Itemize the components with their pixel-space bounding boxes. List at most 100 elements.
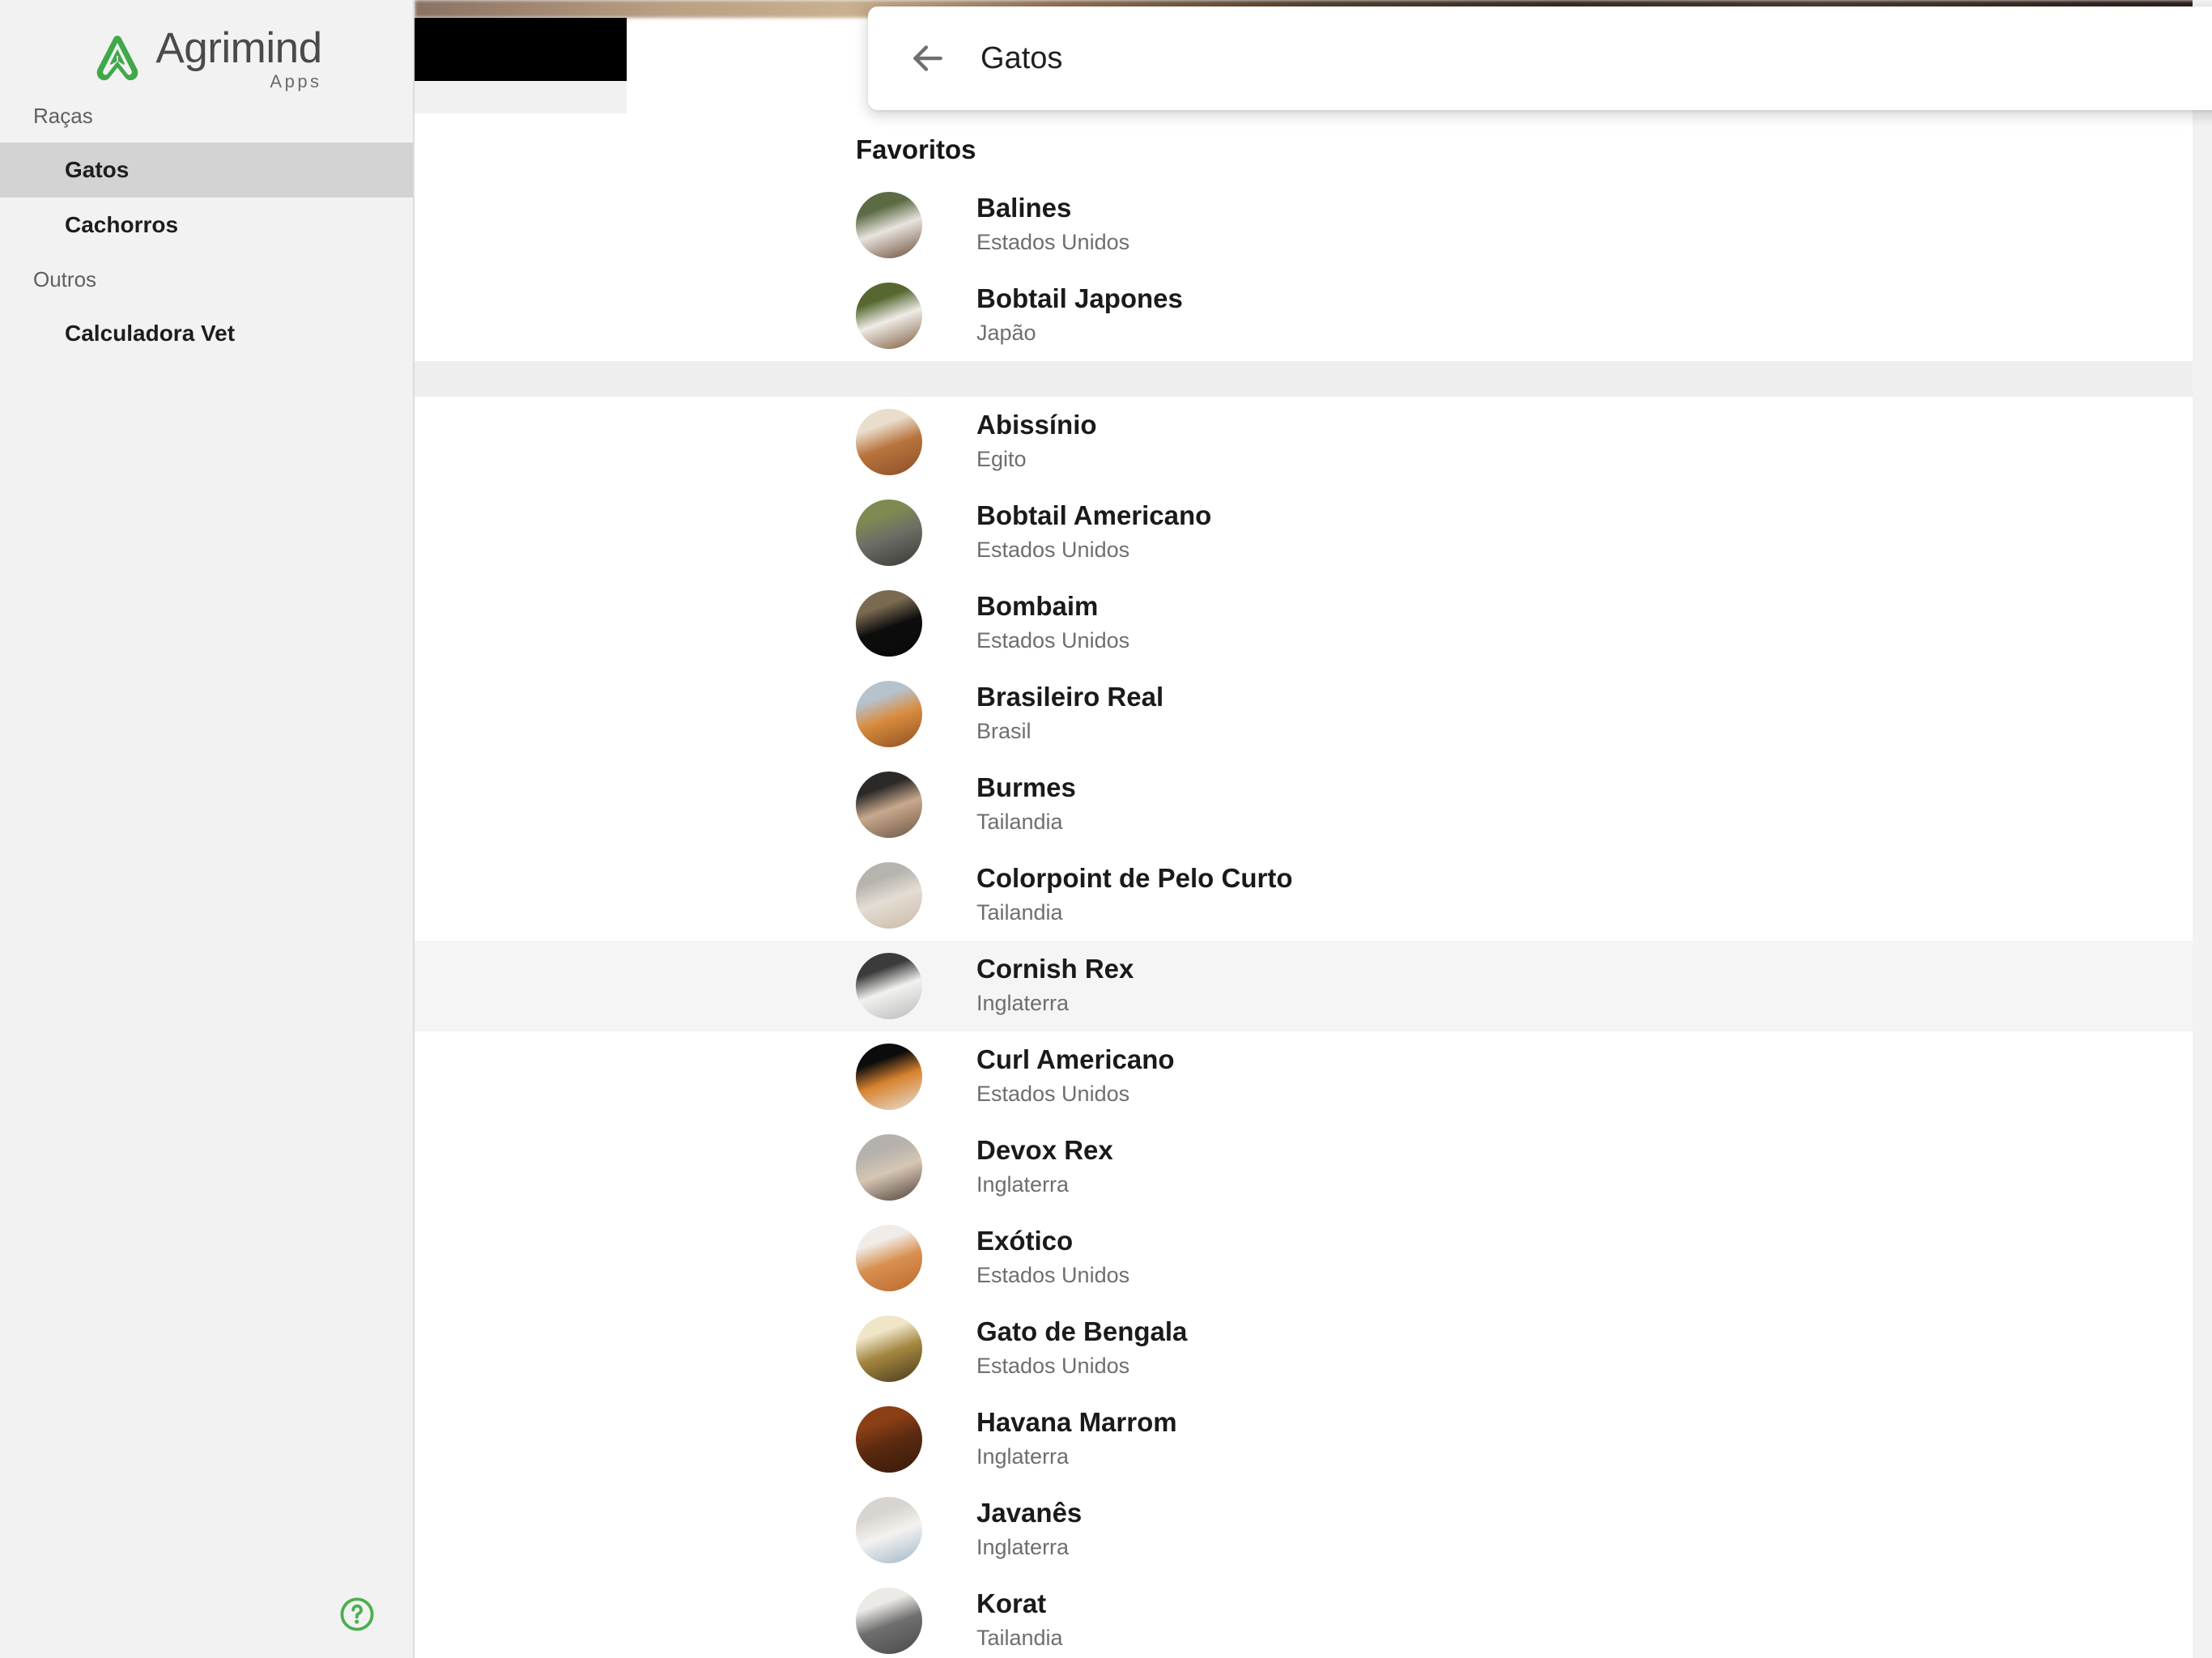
list-item-texts: Balines Estados Unidos [976, 193, 1129, 257]
avatar-image [856, 1044, 922, 1110]
sidebar-item-label: Calculadora Vet [65, 321, 236, 346]
list-item[interactable]: Curl Americano Estados Unidos [415, 1031, 2193, 1122]
avatar [856, 283, 922, 349]
avatar [856, 500, 922, 566]
list-item-texts: Devox Rex Inglaterra [976, 1135, 1113, 1199]
breed-origin: Estados Unidos [976, 628, 1130, 653]
sidebar: Agrimind Apps Raças Gatos Cachorros Outr… [0, 0, 415, 1658]
list-item[interactable]: Colorpoint de Pelo Curto Tailandia [415, 850, 2193, 941]
sidebar-item-cachorros[interactable]: Cachorros [0, 198, 413, 253]
brand-wordmark: Agrimind Apps [155, 23, 322, 91]
scrollbar[interactable] [2193, 0, 2212, 1658]
breed-origin: Inglaterra [976, 1172, 1070, 1197]
breed-name: Bombaim [976, 591, 1099, 622]
list-item-texts: Korat Tailandia [976, 1588, 1063, 1652]
list-item[interactable]: Havana Marrom Inglaterra [415, 1394, 2193, 1485]
favorites-heading: Favoritos [856, 134, 976, 164]
breed-name: Curl Americano [976, 1044, 1175, 1075]
avatar-image [856, 1316, 922, 1382]
avatar-image [856, 283, 922, 349]
nav-section-label-racas: Raças [33, 103, 93, 128]
avatar-image [856, 1497, 922, 1563]
breed-name: Korat [976, 1588, 1047, 1619]
list-item-texts: Gato de Bengala Estados Unidos [976, 1316, 1187, 1380]
list-item-texts: Bombaim Estados Unidos [976, 591, 1129, 655]
breed-name: Burmes [976, 772, 1076, 803]
list-item-texts: Javanês Inglaterra [976, 1498, 1082, 1562]
avatar-image [856, 1406, 922, 1473]
avatar [856, 1134, 922, 1201]
breed-origin: Tailandia [976, 1626, 1063, 1651]
favorites-list: Balines Estados Unidos Bobtail Japones J… [415, 180, 2193, 361]
list-item[interactable]: Abissínio Egito [415, 397, 2193, 487]
avatar-image [856, 772, 922, 838]
avatar-image [856, 1134, 922, 1201]
breed-origin: Inglaterra [976, 1444, 1070, 1469]
section-divider [415, 361, 2193, 397]
help-circle-icon[interactable] [331, 1588, 383, 1640]
avatar-image [856, 953, 922, 1019]
breed-name: Colorpoint de Pelo Curto [976, 863, 1293, 894]
agrimind-arrow-logo-icon [91, 32, 144, 85]
avatar [856, 1044, 922, 1110]
breed-list-scroll[interactable]: Favoritos Balines Estados Unidos Bobtail… [415, 113, 2193, 1658]
sidebar-item-label: Gatos [65, 157, 130, 182]
nav-section-outros: Outros Calculadora Vet [0, 253, 413, 361]
main-content: Favoritos Balines Estados Unidos [415, 0, 2212, 1658]
avatar [856, 1406, 922, 1473]
list-item[interactable]: Bobtail Americano Estados Unidos [415, 487, 2193, 578]
list-item[interactable]: Gato de Bengala Estados Unidos [415, 1303, 2193, 1394]
breed-origin: Japão [976, 321, 1036, 346]
arrow-left-icon[interactable] [907, 38, 947, 79]
brand-logo: Agrimind Apps [0, 0, 413, 91]
list-item-texts: Brasileiro Real Brasil [976, 682, 1163, 746]
sidebar-item-calculadora-vet[interactable]: Calculadora Vet [0, 306, 413, 361]
list-item-texts: Burmes Tailandia [976, 772, 1076, 836]
list-item[interactable]: Devox Rex Inglaterra [415, 1122, 2193, 1213]
avatar [856, 1316, 922, 1382]
avatar-image [856, 409, 922, 475]
breed-origin: Estados Unidos [976, 538, 1130, 563]
sidebar-item-gatos[interactable]: Gatos [0, 142, 413, 198]
list-item-texts: Bobtail Americano Estados Unidos [976, 500, 1211, 564]
avatar-image [856, 681, 922, 747]
brand-name: Agrimind [155, 23, 322, 72]
avatar-image [856, 1225, 922, 1291]
list-item-texts: Havana Marrom Inglaterra [976, 1407, 1177, 1471]
avatar [856, 953, 922, 1019]
breed-name: Brasileiro Real [976, 682, 1164, 712]
breed-origin: Estados Unidos [976, 230, 1130, 255]
breed-name: Javanês [976, 1498, 1083, 1528]
breed-name: Exótico [976, 1226, 1074, 1256]
avatar [856, 1497, 922, 1563]
avatar-image [856, 1588, 922, 1654]
avatar [856, 590, 922, 657]
breed-name: Havana Marrom [976, 1407, 1177, 1438]
list-item[interactable]: Brasileiro Real Brasil [415, 669, 2193, 759]
search-input[interactable] [981, 40, 2212, 76]
list-item[interactable]: Cornish Rex Inglaterra [415, 941, 2193, 1031]
breed-origin: Inglaterra [976, 1535, 1070, 1560]
breed-name: Bobtail Americano [976, 500, 1212, 531]
avatar [856, 772, 922, 838]
list-item[interactable]: Burmes Tailandia [415, 759, 2193, 850]
breed-origin: Estados Unidos [976, 1263, 1130, 1288]
sidebar-item-label: Cachorros [65, 212, 179, 237]
list-item[interactable]: Bobtail Japones Japão [415, 270, 2193, 361]
breed-origin: Estados Unidos [976, 1082, 1130, 1107]
list-item-texts: Exótico Estados Unidos [976, 1226, 1129, 1290]
avatar [856, 1225, 922, 1291]
list-item[interactable]: Balines Estados Unidos [415, 180, 2193, 270]
breed-name: Devox Rex [976, 1135, 1113, 1166]
list-item-texts: Cornish Rex Inglaterra [976, 954, 1134, 1018]
list-item-texts: Abissínio Egito [976, 410, 1097, 474]
list-item[interactable]: Exótico Estados Unidos [415, 1213, 2193, 1303]
list-item[interactable]: Korat Tailandia [415, 1575, 2193, 1658]
list-item-texts: Colorpoint de Pelo Curto Tailandia [976, 863, 1292, 927]
avatar-image [856, 500, 922, 566]
list-item[interactable]: Javanês Inglaterra [415, 1485, 2193, 1575]
list-item[interactable]: Bombaim Estados Unidos [415, 578, 2193, 669]
list-item-texts: Bobtail Japones Japão [976, 283, 1183, 347]
breed-origin: Estados Unidos [976, 1354, 1130, 1379]
avatar [856, 681, 922, 747]
